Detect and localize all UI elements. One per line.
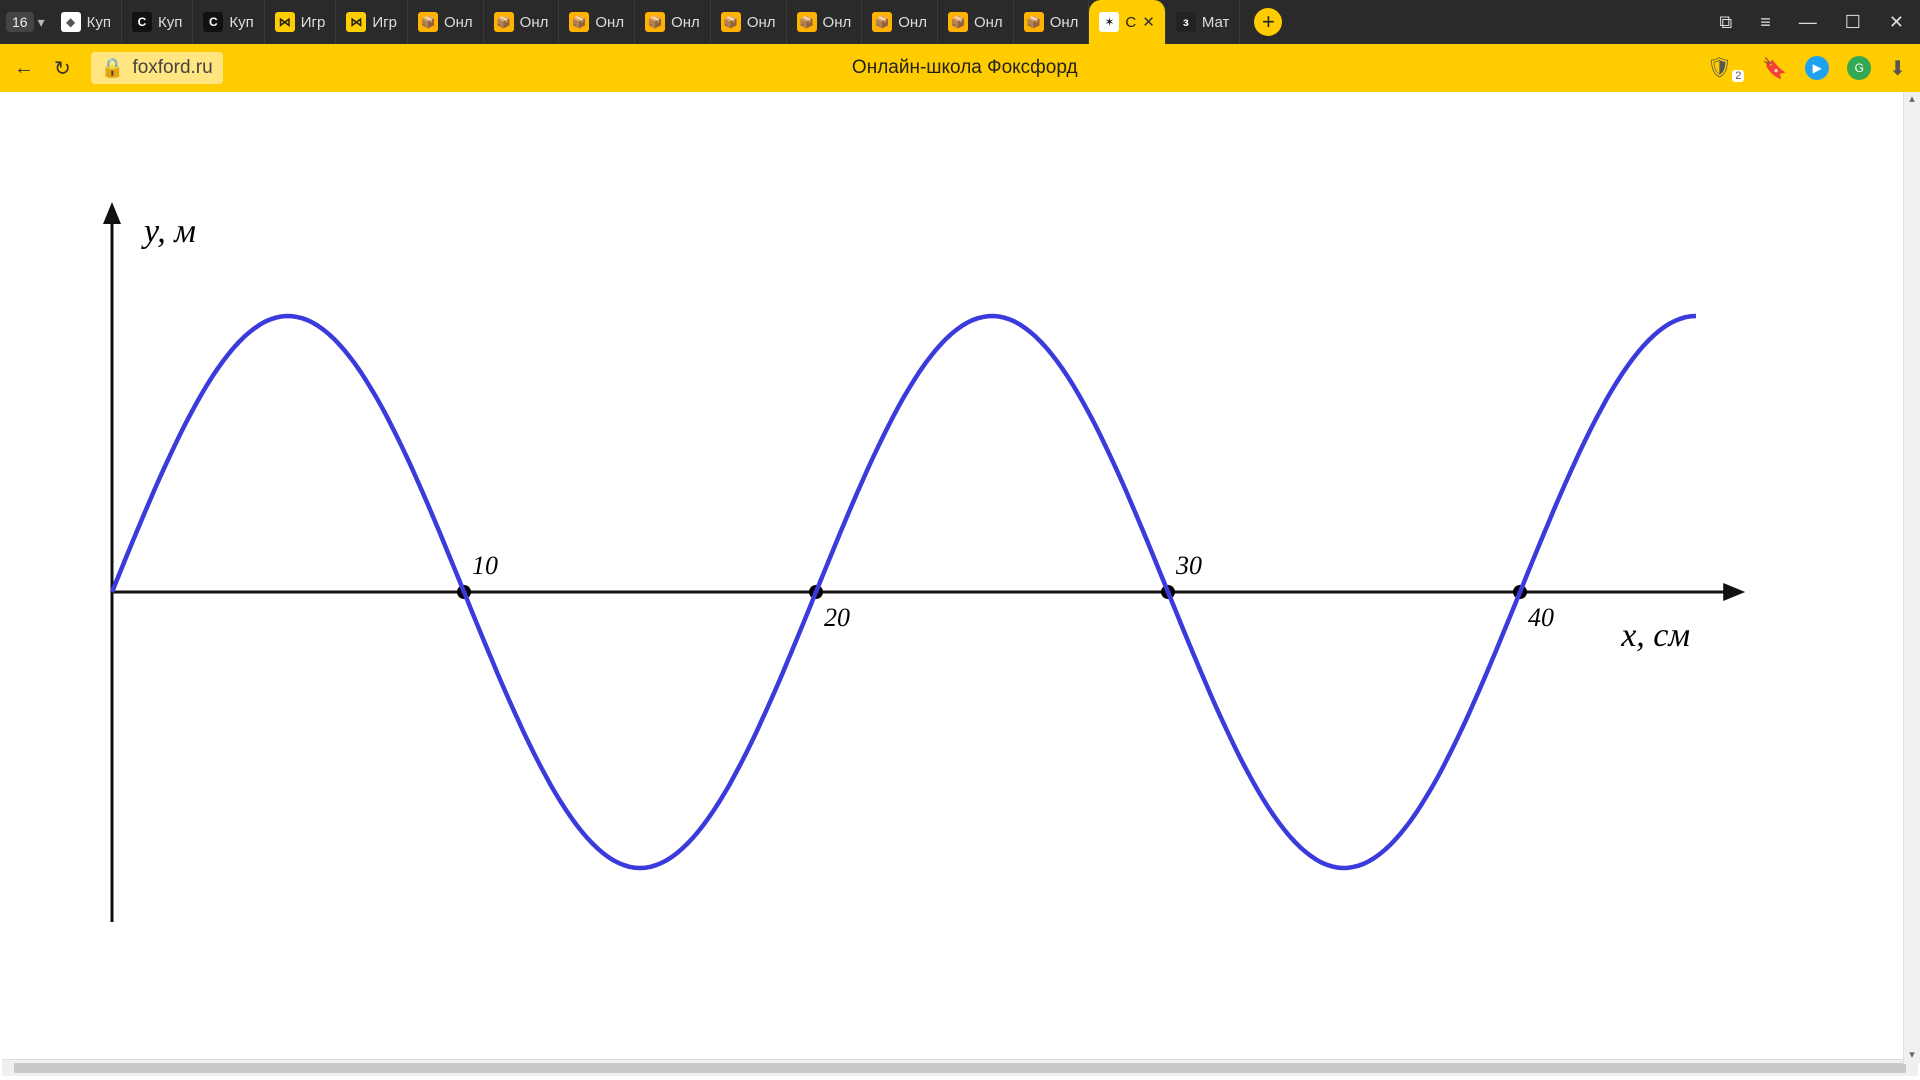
tab-favicon: 📦 [1024,12,1044,32]
tab-label: Куп [158,14,182,31]
tab-favicon: ◆ [61,12,81,32]
tab-label: Онл [444,14,473,31]
maximize-icon[interactable]: ☐ [1845,12,1861,33]
browser-tab[interactable]: ⋈ Игр [265,0,337,44]
tab-favicon: 📦 [721,12,741,32]
tab-strip: ◆ Куп C Куп C Куп ⋈ Игр ⋈ Игр 📦 Онл 📦 Онл 📦 Онл 📦 Онл 📦 Онл… [51,0,1241,44]
tab-label: Онл [823,14,852,31]
menu-icon[interactable]: ≡ [1760,12,1771,33]
x-axis-label: x, см [1620,617,1690,654]
tab-label: Онл [974,14,1003,31]
tab-favicon: C [203,12,223,32]
x-tick-label: 40 [1528,603,1554,632]
tab-close-icon[interactable]: ✕ [1142,13,1155,31]
browser-tab[interactable]: ◆ Куп [51,0,122,44]
tab-label: С [1125,14,1136,31]
bookmark-icon[interactable]: 🔖 [1762,56,1787,81]
y-axis-label: y, м [141,213,196,250]
url-text: foxford.ru [132,57,212,79]
tab-label: Онл [747,14,776,31]
tab-favicon: з [1176,12,1196,32]
tab-favicon: 📦 [418,12,438,32]
page-content: y, м x, см 10 20 30 40 [2,92,1918,1076]
browser-tab[interactable]: 📦 Онл [1014,0,1090,44]
tab-favicon: ⋈ [346,12,366,32]
tab-label: Мат [1202,14,1230,31]
tab-label: Онл [595,14,624,31]
chevron-down-icon: ▾ [38,14,45,31]
tabs-overview-icon[interactable]: ⧉ [1719,12,1732,33]
browser-tab[interactable]: 📦 Онл [408,0,484,44]
tab-label: Онл [520,14,549,31]
x-axis-arrow-icon [1723,583,1745,601]
address-bar: ← ↻ 🔒 foxford.ru Онлайн-школа Фоксфорд 🛡… [0,44,1920,92]
tab-favicon: ✶ [1099,12,1119,32]
browser-tab[interactable]: 📦 Онл [938,0,1014,44]
close-window-icon[interactable]: ✕ [1889,12,1904,33]
tab-favicon: 📦 [494,12,514,32]
minimize-icon[interactable]: — [1799,12,1817,33]
tab-favicon: 📦 [569,12,589,32]
tab-label: Игр [301,14,326,31]
extension-icon-2[interactable]: G [1847,56,1871,80]
browser-tab[interactable]: 📦 Онл [862,0,938,44]
downloads-icon[interactable]: ⬇ [1889,56,1906,81]
browser-tab[interactable]: з Мат [1166,0,1241,44]
tracker-shield-icon[interactable]: 🛡2 [1707,55,1745,82]
tab-favicon: C [132,12,152,32]
browser-tab[interactable]: C Куп [193,0,264,44]
browser-tab[interactable]: 📦 Онл [787,0,863,44]
tab-favicon: 📦 [872,12,892,32]
browser-tab[interactable]: 📦 Онл [484,0,560,44]
tab-favicon: ⋈ [275,12,295,32]
page-title: Онлайн-школа Фоксфорд [243,57,1687,79]
new-tab-button[interactable]: + [1254,8,1282,36]
extension-icon-1[interactable]: ▶ [1805,56,1829,80]
lock-icon: 🔒 [101,56,125,80]
x-tick-label: 10 [472,551,498,580]
tab-favicon: 📦 [645,12,665,32]
tab-count-badge: 16 [6,12,34,32]
tab-label: Онл [898,14,927,31]
browser-tab[interactable]: 📦 Онл [559,0,635,44]
x-tick-label: 20 [824,603,850,632]
tab-count[interactable]: 16 ▾ [6,12,45,32]
tab-label: Игр [372,14,397,31]
browser-tab[interactable]: ⋈ Игр [336,0,408,44]
y-axis-arrow-icon [103,202,121,224]
tab-label: Онл [671,14,700,31]
url-box[interactable]: 🔒 foxford.ru [91,52,223,84]
wave-chart: y, м x, см 10 20 30 40 [2,92,1902,1052]
vertical-scrollbar[interactable]: ▴▾ [1903,92,1920,1064]
reload-icon[interactable]: ↻ [54,56,71,81]
back-icon[interactable]: ← [14,57,34,80]
tab-label: Онл [1050,14,1079,31]
horizontal-scrollbar[interactable] [2,1059,1918,1076]
window-controls: ⧉ ≡ — ☐ ✕ [1719,12,1920,33]
browser-tab[interactable]: ✶ С ✕ [1089,0,1165,44]
tab-label: Куп [87,14,111,31]
tab-favicon: 📦 [948,12,968,32]
tab-label: Куп [229,14,253,31]
browser-titlebar: 16 ▾ ◆ Куп C Куп C Куп ⋈ Игр ⋈ Игр 📦 Онл 📦 Онл 📦 Онл 📦 Он… [0,0,1920,44]
browser-tab[interactable]: 📦 Онл [711,0,787,44]
browser-tab[interactable]: C Куп [122,0,193,44]
tab-favicon: 📦 [797,12,817,32]
x-tick-label: 30 [1175,551,1202,580]
browser-tab[interactable]: 📦 Онл [635,0,711,44]
